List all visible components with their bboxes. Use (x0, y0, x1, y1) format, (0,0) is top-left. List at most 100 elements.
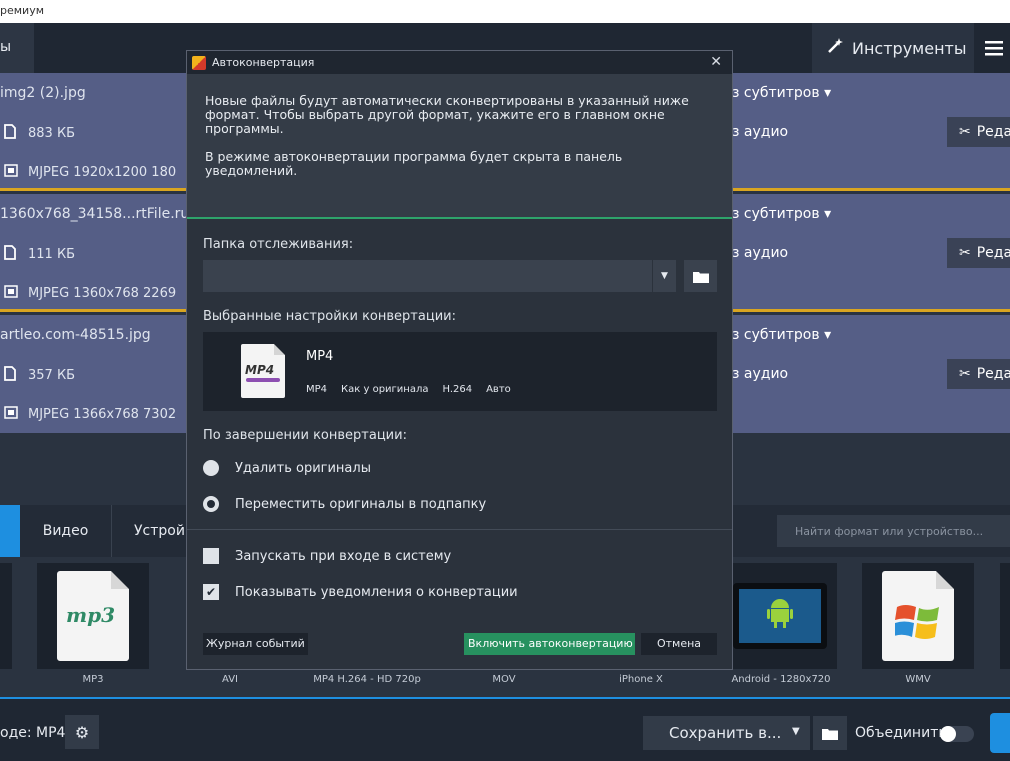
folder-icon[interactable] (813, 716, 847, 750)
tab-devices[interactable]: Устрой (112, 505, 192, 557)
edit-button[interactable]: ✂ Реда (947, 238, 1010, 268)
edit-label: Реда (976, 245, 1010, 261)
checkbox[interactable] (203, 548, 219, 564)
preset-resolution: Как у оригинала (341, 384, 429, 395)
format-tile-label: MOV (492, 674, 516, 685)
format-tile-android[interactable] (725, 563, 837, 669)
checkbox-startup[interactable]: Запускать при входе в систему (203, 548, 451, 564)
document-icon (4, 245, 16, 264)
scissors-icon: ✂ (959, 245, 971, 261)
file-size-value: 883 КБ (28, 126, 76, 141)
autoconvert-dialog: Автоконвертация ✕ Новые файлы будут авто… (186, 50, 733, 670)
file-size: 357 КБ (0, 366, 75, 385)
mp4-icon-stripe (246, 378, 280, 382)
format-tile-label: iPhone X (619, 674, 663, 685)
dialog-divider (187, 529, 732, 530)
tab-active-indicator[interactable] (0, 505, 20, 557)
app-icon (192, 55, 206, 70)
dialog-title-bar: Автоконвертация ✕ (187, 51, 732, 74)
format-search-input[interactable]: Найти формат или устройство... (777, 515, 1010, 547)
merge-label: Объединить (855, 725, 947, 741)
info-text-2: В режиме автоконвертации программа будет… (205, 149, 623, 178)
enable-autoconvert-button[interactable]: Включить автоконвертацию (464, 633, 635, 655)
cancel-button[interactable]: Отмена (641, 633, 717, 655)
radio-delete-label: Удалить оригиналы (235, 460, 371, 476)
format-tile-label: Android - 1280x720 (731, 674, 831, 685)
checkbox-startup-label: Запускать при входе в систему (235, 548, 452, 564)
magic-wand-icon (826, 37, 844, 59)
convert-button[interactable] (990, 713, 1010, 753)
mp3-icon-text: mp3 (66, 603, 116, 627)
tools-button[interactable]: Инструменты (812, 23, 974, 73)
subtitles-dropdown[interactable]: з субтитров ▾ (732, 206, 831, 222)
format-tile-label: MP4 H.264 - HD 720p (313, 674, 421, 685)
radio-button-selected[interactable] (203, 496, 219, 512)
android-tablet-icon (733, 583, 827, 649)
output-format-label[interactable]: оде: MP4 (0, 725, 65, 741)
radio-button[interactable] (203, 460, 219, 476)
dialog-title: Автоконвертация (212, 56, 315, 69)
dialog-info-panel: Новые файлы будут автоматически сконверт… (187, 74, 732, 219)
file-codec: MJPEG 1366x768 7302 (0, 406, 176, 423)
format-tile-label: MP3 (82, 674, 104, 685)
format-tile[interactable] (0, 563, 12, 669)
window-title-bar: ремиум (0, 0, 1010, 23)
file-codec-value: MJPEG 1360x768 2269 (28, 286, 177, 301)
info-text-1: Новые файлы будут автоматически сконверт… (205, 93, 689, 136)
edit-button[interactable]: ✂ Реда (947, 359, 1010, 389)
watch-folder-input[interactable] (203, 260, 660, 292)
top-tab-files[interactable]: ы (0, 23, 34, 73)
after-conversion-label: По завершении конвертации: (203, 428, 407, 443)
checkbox-notify-label: Показывать уведомления о конвертации (235, 584, 518, 600)
chevron-down-icon[interactable]: ▼ (652, 260, 676, 292)
audio-dropdown[interactable]: з аудио (732, 124, 788, 140)
audio-dropdown[interactable]: з аудио (732, 245, 788, 261)
format-tile-mp3[interactable]: mp3 (37, 563, 149, 669)
subtitles-dropdown[interactable]: з субтитров ▾ (732, 85, 831, 101)
checkbox-notifications[interactable]: ✔ Показывать уведомления о конвертации (203, 584, 518, 600)
close-icon[interactable]: ✕ (710, 54, 722, 70)
file-codec: MJPEG 1360x768 2269 (0, 285, 176, 302)
audio-dropdown[interactable]: з аудио (732, 366, 788, 382)
hamburger-menu-icon[interactable] (978, 23, 1010, 73)
scissors-icon: ✂ (959, 366, 971, 382)
merge-toggle[interactable] (940, 726, 974, 742)
tab-video[interactable]: Видео (20, 505, 112, 557)
gear-icon[interactable]: ⚙ (65, 715, 99, 749)
mp4-icon-text: MP4 (245, 363, 275, 377)
file-name: artleo.com-48515.jpg (0, 327, 151, 343)
event-log-button[interactable]: Журнал событий (203, 633, 308, 655)
file-name: 1360x768_34158...rtFile.ru (0, 206, 190, 222)
format-tile-label: AVI (222, 674, 238, 685)
film-icon (4, 285, 18, 302)
save-to-button[interactable]: Сохранить в... (643, 716, 810, 750)
edit-label: Реда (976, 124, 1010, 140)
radio-move-originals[interactable]: Переместить оригиналы в подпапку (203, 496, 486, 512)
wmv-file-icon (882, 571, 954, 661)
file-name: img2 (2).jpg (0, 85, 86, 101)
file-size: 883 КБ (0, 124, 75, 143)
scissors-icon: ✂ (959, 124, 971, 140)
tools-label: Инструменты (852, 38, 967, 58)
format-tile-wmv[interactable] (862, 563, 974, 669)
document-icon (4, 366, 16, 385)
window-title: ремиум (0, 4, 45, 17)
file-size-value: 357 КБ (28, 368, 76, 383)
subtitles-dropdown[interactable]: з субтитров ▾ (732, 327, 831, 343)
file-codec: MJPEG 1920x1200 180 (0, 164, 176, 181)
radio-delete-originals[interactable]: Удалить оригиналы (203, 460, 371, 476)
preset-codec: H.264 (442, 384, 473, 395)
film-icon (4, 164, 18, 181)
watch-folder-label: Папка отслеживания: (203, 237, 354, 252)
checkmark-icon[interactable]: ✔ (203, 584, 219, 600)
folder-icon[interactable] (684, 260, 717, 292)
format-tile-label: WMV (905, 674, 931, 685)
chevron-down-icon[interactable]: ▼ (792, 726, 800, 737)
document-icon (4, 124, 16, 143)
format-tile[interactable] (1000, 563, 1010, 669)
settings-label: Выбранные настройки конвертации: (203, 309, 456, 324)
preset-details: MP4 Как у оригинала H.264 Авто (306, 384, 511, 395)
mp4-file-icon: MP4 (241, 344, 285, 398)
edit-button[interactable]: ✂ Реда (947, 117, 1010, 147)
conversion-preset[interactable]: MP4 MP4 MP4 Как у оригинала H.264 Авто (203, 332, 717, 411)
